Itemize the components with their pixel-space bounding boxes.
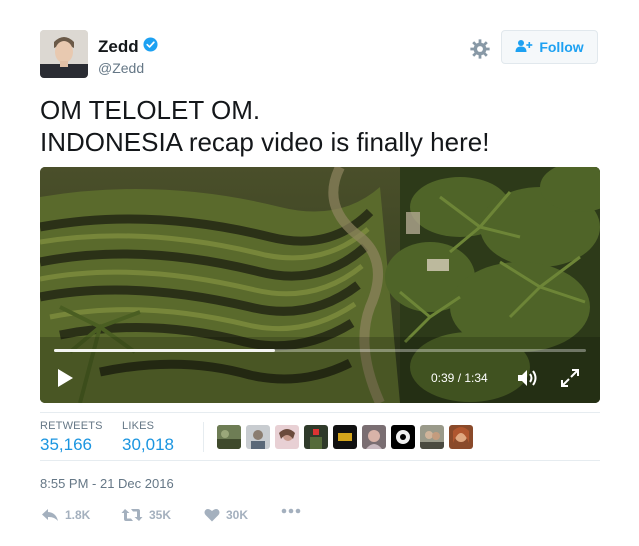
retweet-icon bbox=[121, 509, 143, 521]
likes-stat[interactable]: LIKES 30,018 bbox=[122, 420, 174, 455]
like-button[interactable]: 30K bbox=[204, 508, 248, 522]
liker-avatar[interactable] bbox=[362, 425, 386, 449]
video-progress-fill bbox=[54, 349, 275, 352]
retweets-label: RETWEETS bbox=[40, 420, 103, 432]
play-button[interactable] bbox=[56, 368, 74, 388]
heart-icon bbox=[204, 509, 220, 522]
fullscreen-icon bbox=[561, 369, 579, 387]
liker-avatar[interactable] bbox=[333, 425, 357, 449]
video-player[interactable]: 0:39 / 1:34 bbox=[40, 167, 600, 403]
divider bbox=[40, 412, 600, 413]
gear-icon[interactable] bbox=[469, 38, 491, 60]
add-user-icon bbox=[515, 39, 533, 56]
tweet-line-1: OM TELOLET OM. bbox=[40, 95, 261, 125]
follow-label: Follow bbox=[539, 39, 584, 55]
reply-icon bbox=[42, 509, 58, 521]
video-time: 0:39 / 1:34 bbox=[431, 371, 488, 385]
retweet-count: 35K bbox=[149, 508, 172, 522]
stats-divider bbox=[203, 422, 204, 452]
more-dots-icon bbox=[281, 508, 301, 514]
author-name-row[interactable]: Zedd bbox=[98, 37, 158, 57]
retweets-stat[interactable]: RETWEETS 35,166 bbox=[40, 420, 103, 455]
liker-avatar[interactable] bbox=[420, 425, 444, 449]
liker-avatar[interactable] bbox=[391, 425, 415, 449]
like-count: 30K bbox=[226, 508, 249, 522]
tweet-text: OM TELOLET OM. INDONESIA recap video is … bbox=[40, 94, 489, 158]
retweets-count: 35,166 bbox=[40, 435, 92, 454]
liker-avatar[interactable] bbox=[246, 425, 270, 449]
divider bbox=[40, 460, 600, 461]
likes-label: LIKES bbox=[122, 420, 155, 432]
more-options-button[interactable] bbox=[281, 508, 301, 514]
tweet-line-2: INDONESIA recap video is finally here! bbox=[40, 127, 490, 157]
liker-avatar[interactable] bbox=[449, 425, 473, 449]
play-icon bbox=[58, 369, 73, 387]
likes-count: 30,018 bbox=[122, 435, 174, 454]
avatar[interactable] bbox=[40, 30, 88, 78]
retweet-button[interactable]: 35K bbox=[121, 508, 171, 522]
verified-badge-icon bbox=[143, 37, 158, 57]
video-progress-bar[interactable] bbox=[54, 349, 586, 352]
follow-button[interactable]: Follow bbox=[501, 30, 598, 64]
author-handle[interactable]: @Zedd bbox=[98, 60, 144, 76]
liker-avatar[interactable] bbox=[275, 425, 299, 449]
reply-count: 1.8K bbox=[65, 508, 91, 522]
liker-avatar[interactable] bbox=[304, 425, 328, 449]
tweet-timestamp[interactable]: 8:55 PM - 21 Dec 2016 bbox=[40, 476, 174, 491]
liker-avatar[interactable] bbox=[217, 425, 241, 449]
reply-button[interactable]: 1.8K bbox=[41, 508, 90, 522]
fullscreen-button[interactable] bbox=[559, 367, 581, 389]
author-name[interactable]: Zedd bbox=[98, 37, 139, 57]
speaker-icon bbox=[518, 370, 537, 386]
avatar-photo bbox=[40, 30, 88, 78]
volume-button[interactable] bbox=[516, 367, 540, 389]
